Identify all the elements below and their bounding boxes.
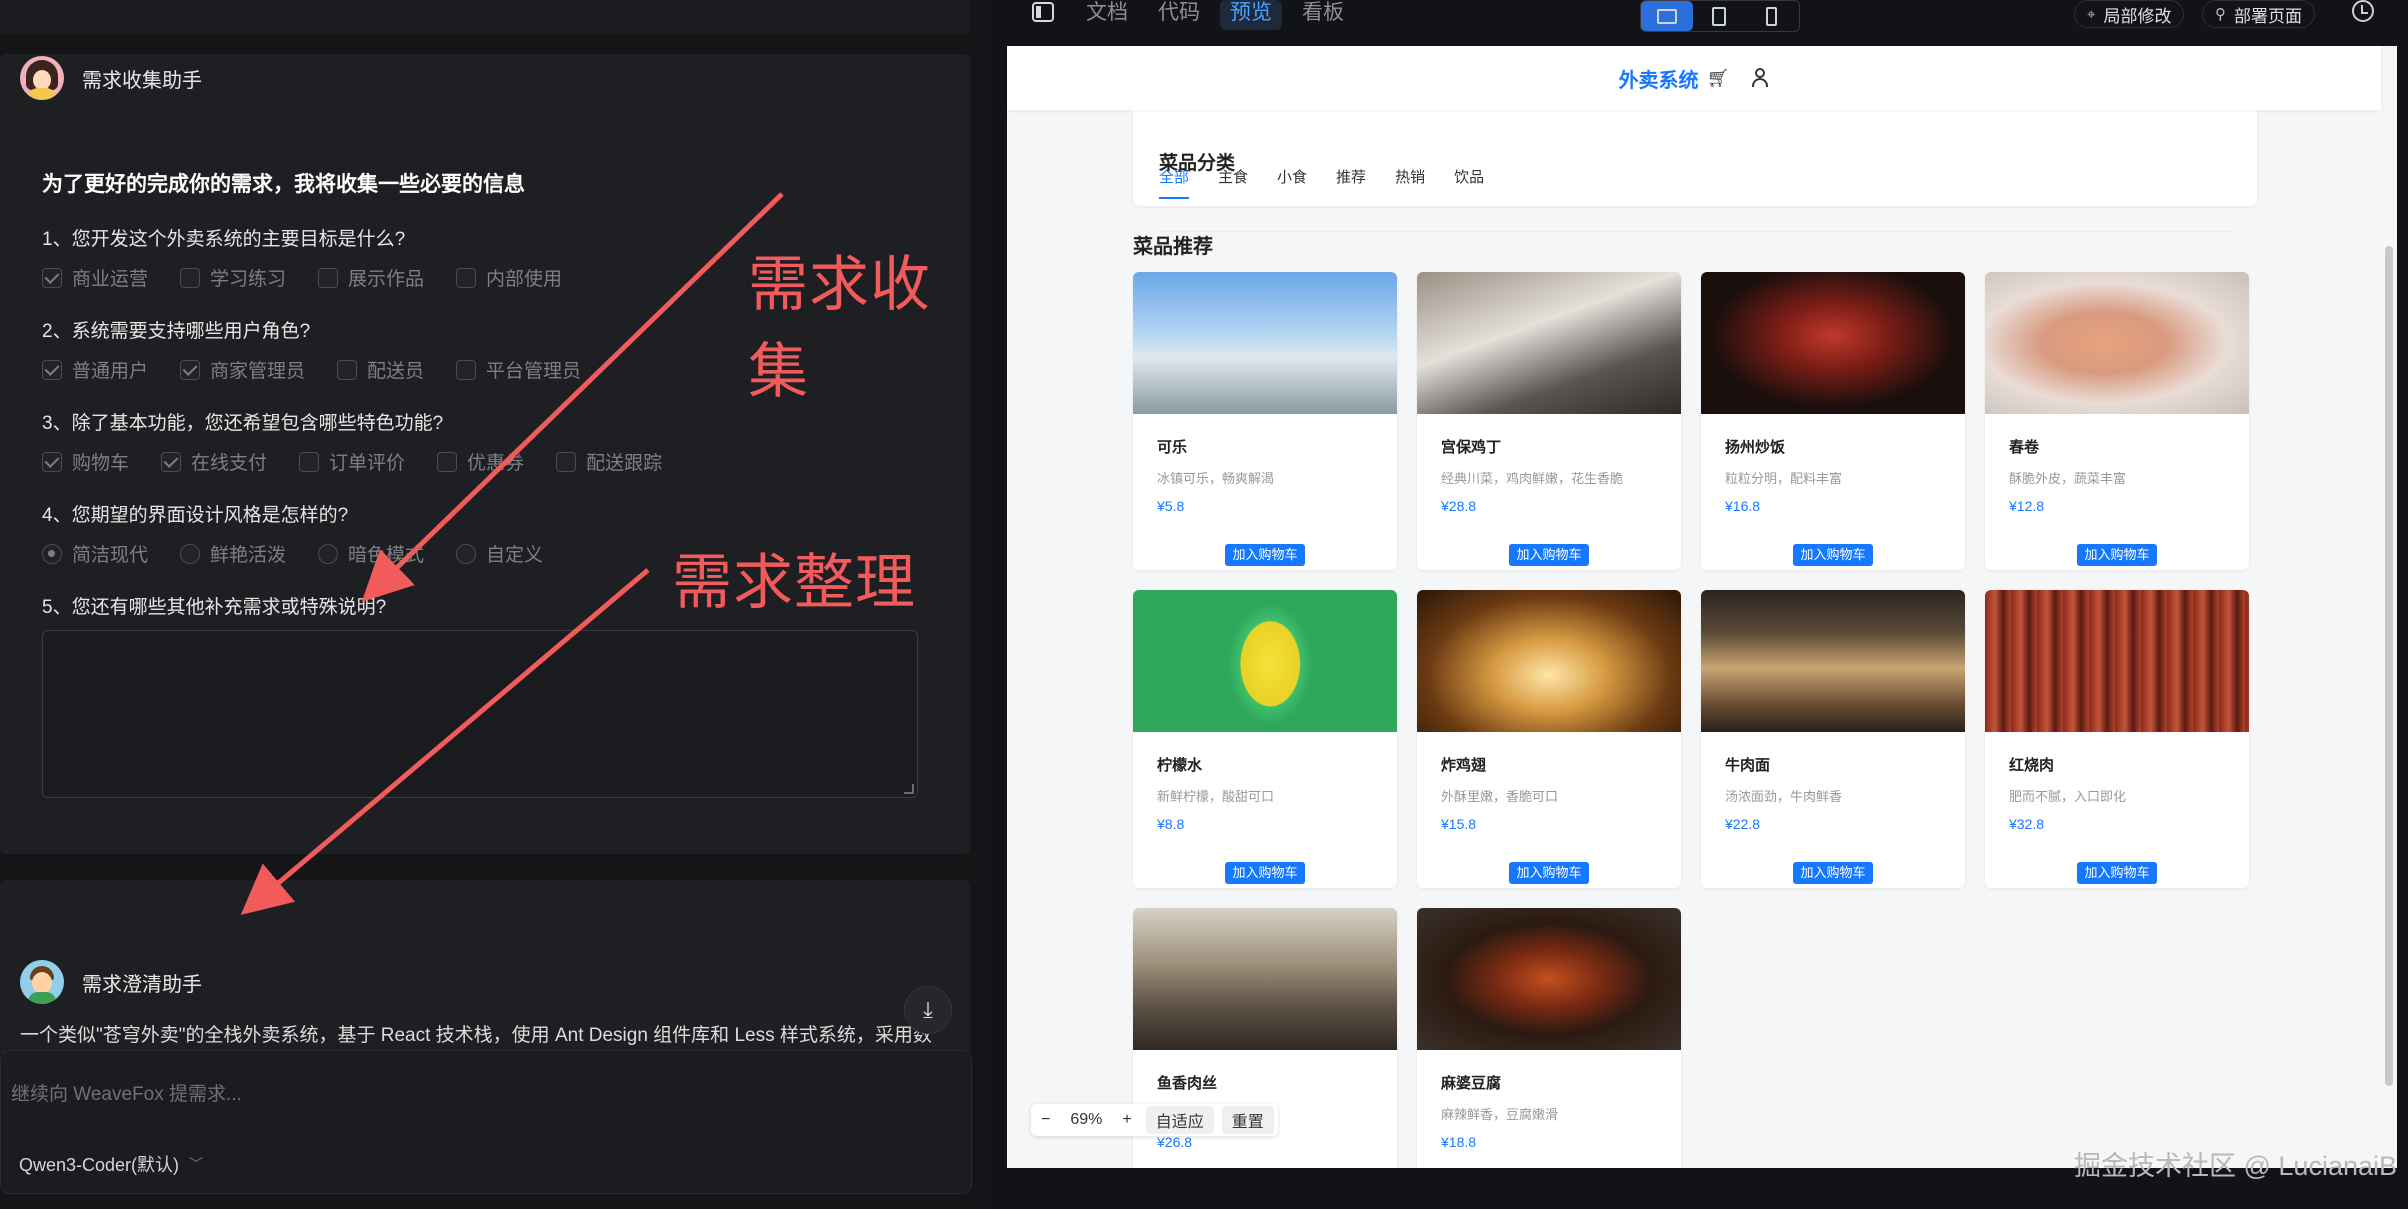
dish-desc: 冰镇可乐，畅爽解渴 <box>1157 471 1275 486</box>
add-to-cart-button[interactable]: 加入购物车 <box>1509 544 1589 566</box>
cart-icon[interactable]: 🛒︎ <box>1707 68 1730 89</box>
tab-code[interactable]: 代码 <box>1148 0 1210 30</box>
device-desktop-button[interactable] <box>1641 1 1693 31</box>
category-tab-hot[interactable]: 热销 <box>1395 166 1425 199</box>
dish-name: 鱼香肉丝 <box>1157 1075 1218 1092</box>
device-switcher <box>1640 0 1800 32</box>
dish-desc: 外酥里嫩，香脆可口 <box>1441 789 1559 804</box>
add-to-cart-button[interactable]: 加入购物车 <box>1793 544 1873 566</box>
preview-topbar: 文档 代码 预览 看板 ⌖ 局部修改 ⚲ 部署页面 <box>1006 0 2408 46</box>
tab-board[interactable]: 看板 <box>1292 0 1354 30</box>
dish-desc: 肥而不腻，入口即化 <box>2009 789 2127 804</box>
dish-image <box>1985 272 2249 414</box>
add-to-cart-button[interactable]: 加入购物车 <box>1793 862 1873 884</box>
dish-desc: 汤浓面劲，牛肉鲜香 <box>1725 789 1843 804</box>
add-to-cart-button[interactable]: 加入购物车 <box>1225 544 1305 566</box>
add-to-cart-button[interactable]: 加入购物车 <box>1509 862 1589 884</box>
dish-name: 春卷 <box>2009 439 2040 456</box>
dish-image <box>1985 590 2249 732</box>
sidebar-toggle-icon[interactable] <box>1032 2 1054 22</box>
dish-desc: 酥脆外皮，蔬菜丰富 <box>2009 471 2127 486</box>
watermark: 掘金技术社区 @ LucianaiB <box>2074 1151 2397 1181</box>
dish-desc: 麻辣鲜香，豆腐嫩滑 <box>1441 1107 1559 1122</box>
zoom-controls: − 69% + 自适应 重置 <box>1031 1104 1278 1136</box>
zoom-in-button[interactable]: + <box>1112 1106 1141 1134</box>
dish-price: ¥22.8 <box>1725 816 1761 832</box>
dish-price: ¥28.8 <box>1441 498 1477 514</box>
annotation-arrow-organize <box>240 568 650 915</box>
user-icon[interactable] <box>1751 68 1769 88</box>
dish-card[interactable]: 麻婆豆腐 麻辣鲜香，豆腐嫩滑 ¥18.8 加入购物车 <box>1417 908 1681 1168</box>
category-tab-drinks[interactable]: 饮品 <box>1454 166 1484 199</box>
dish-image <box>1701 590 1965 732</box>
annotation-arrows <box>240 192 784 915</box>
dish-price: ¥12.8 <box>2009 498 2045 514</box>
chat-panel: 需求收集助手 为了更好的完成你的需求，我将收集一些必要的信息 1、您开发这个外卖… <box>0 0 986 1209</box>
dish-image <box>1133 272 1397 414</box>
dish-name: 牛肉面 <box>1725 757 1771 774</box>
deploy-button[interactable]: ⚲ 部署页面 <box>2202 0 2315 28</box>
app-preview: 外卖系统 🛒︎ 菜品分类 全部 主食 小食 推荐 热销 饮品 菜品推荐 可乐 冰… <box>1007 46 2397 1168</box>
add-to-cart-button[interactable]: 加入购物车 <box>2077 544 2157 566</box>
category-divider <box>1159 231 2235 232</box>
zoom-fit-button[interactable]: 自适应 <box>1145 1106 1214 1134</box>
category-tab-recommended[interactable]: 推荐 <box>1336 166 1366 199</box>
dish-price: ¥5.8 <box>1157 498 1185 514</box>
dish-name: 柠檬水 <box>1157 757 1203 774</box>
dish-name: 宫保鸡丁 <box>1441 439 1502 456</box>
mobile-icon <box>1765 6 1777 26</box>
dish-image <box>1417 272 1681 414</box>
dish-price: ¥8.8 <box>1157 816 1185 832</box>
dish-name: 可乐 <box>1157 439 1188 456</box>
add-to-cart-button[interactable]: 加入购物车 <box>1225 862 1305 884</box>
dish-price: ¥18.8 <box>1441 1134 1477 1150</box>
device-tablet-button[interactable] <box>1693 1 1745 31</box>
zoom-level: 69% <box>1070 1111 1103 1128</box>
dish-card[interactable]: 牛肉面 汤浓面劲，牛肉鲜香 ¥22.8 加入购物车 <box>1701 590 1965 888</box>
site-header: 外卖系统 🛒︎ <box>1007 46 2381 110</box>
dish-name: 红烧肉 <box>2009 757 2055 774</box>
tablet-icon <box>1712 6 1726 26</box>
dish-image <box>1417 908 1681 1050</box>
zoom-reset-button[interactable]: 重置 <box>1221 1106 1274 1134</box>
dish-name: 炸鸡翅 <box>1441 757 1487 774</box>
dish-name: 麻婆豆腐 <box>1441 1075 1502 1092</box>
dish-image <box>1133 908 1397 1050</box>
add-to-cart-button[interactable]: 加入购物车 <box>2077 862 2157 884</box>
monitor-icon <box>1657 8 1677 24</box>
target-icon: ⌖ <box>2087 5 2096 23</box>
category-card: 菜品分类 全部 主食 小食 推荐 热销 饮品 <box>1133 96 2257 232</box>
history-icon[interactable] <box>2352 0 2374 22</box>
dish-card[interactable]: 炸鸡翅 外酥里嫩，香脆可口 ¥15.8 加入购物车 <box>1417 590 1681 888</box>
dish-desc: 新鲜柠檬，酸甜可口 <box>1157 789 1275 804</box>
dish-card[interactable]: 春卷 酥脆外皮，蔬菜丰富 ¥12.8 加入购物车 <box>1985 272 2249 570</box>
dish-card[interactable]: 红烧肉 肥而不腻，入口即化 ¥32.8 加入购物车 <box>1985 590 2249 888</box>
dish-image <box>1701 272 1965 414</box>
tab-preview[interactable]: 预览 <box>1220 0 1282 30</box>
dish-card[interactable]: 宫保鸡丁 经典川菜，鸡肉鲜嫩，花生香脆 ¥28.8 加入购物车 <box>1417 272 1681 570</box>
preview-scrollbar[interactable] <box>2385 246 2393 1086</box>
annotation-arrow-collect <box>361 192 784 602</box>
dish-price: ¥26.8 <box>1157 1134 1193 1150</box>
category-title: 菜品分类 <box>1159 153 1236 174</box>
dish-image <box>1417 590 1681 732</box>
recommend-title: 菜品推荐 <box>1133 236 1213 258</box>
dish-image <box>1133 590 1397 732</box>
partial-edit-button[interactable]: ⌖ 局部修改 <box>2074 0 2185 28</box>
dish-card[interactable]: 可乐 冰镇可乐，畅爽解渴 ¥5.8 加入购物车 <box>1133 272 1397 570</box>
dish-desc: 经典川菜，鸡肉鲜嫩，花生香脆 <box>1441 471 1624 486</box>
zoom-out-button[interactable]: − <box>1031 1106 1060 1134</box>
dish-desc: 粒粒分明，配料丰富 <box>1725 471 1843 486</box>
rocket-icon: ⚲ <box>2215 6 2226 23</box>
tab-docs[interactable]: 文档 <box>1076 0 1138 30</box>
dish-price: ¥15.8 <box>1441 816 1477 832</box>
site-logo[interactable]: 外卖系统 <box>1619 64 1699 93</box>
device-mobile-button[interactable] <box>1745 1 1797 31</box>
dish-name: 扬州炒饭 <box>1725 439 1786 456</box>
dish-card[interactable]: 柠檬水 新鲜柠檬，酸甜可口 ¥8.8 加入购物车 <box>1133 590 1397 888</box>
category-tab-snack[interactable]: 小食 <box>1277 166 1307 199</box>
dish-card[interactable]: 扬州炒饭 粒粒分明，配料丰富 ¥16.8 加入购物车 <box>1701 272 1965 570</box>
dish-price: ¥16.8 <box>1725 498 1761 514</box>
dish-price: ¥32.8 <box>2009 816 2045 832</box>
